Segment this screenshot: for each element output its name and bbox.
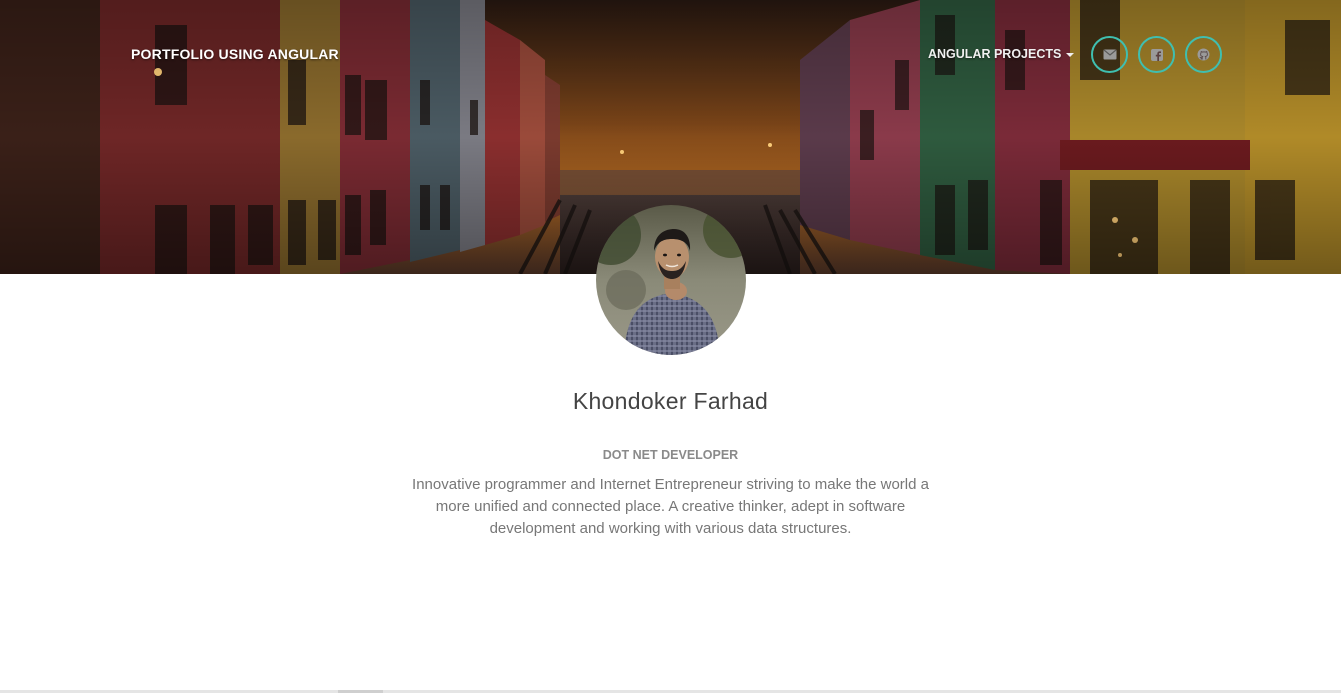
angular-projects-dropdown[interactable]: ANGULAR PROJECTS	[928, 47, 1075, 61]
facebook-icon	[1150, 48, 1163, 61]
dropdown-label: ANGULAR PROJECTS	[928, 47, 1062, 61]
portfolio-page: PORTFOLIO USING ANGULAR ANGULAR PROJECTS	[0, 0, 1341, 693]
profile-role: DOT NET DEVELOPER	[602, 448, 739, 462]
profile-bio: Innovative programmer and Internet Entre…	[412, 476, 929, 537]
facebook-button[interactable]	[1138, 36, 1175, 73]
navbar-brand-link[interactable]: PORTFOLIO USING ANGULAR	[131, 46, 339, 62]
envelope-icon	[1103, 49, 1116, 60]
github-button[interactable]	[1185, 36, 1222, 73]
email-button[interactable]	[1091, 36, 1128, 73]
profile-avatar	[596, 205, 746, 355]
profile-name: Khondoker Farhad	[572, 388, 769, 414]
github-icon	[1197, 48, 1210, 61]
caret-down-icon	[1066, 52, 1075, 57]
